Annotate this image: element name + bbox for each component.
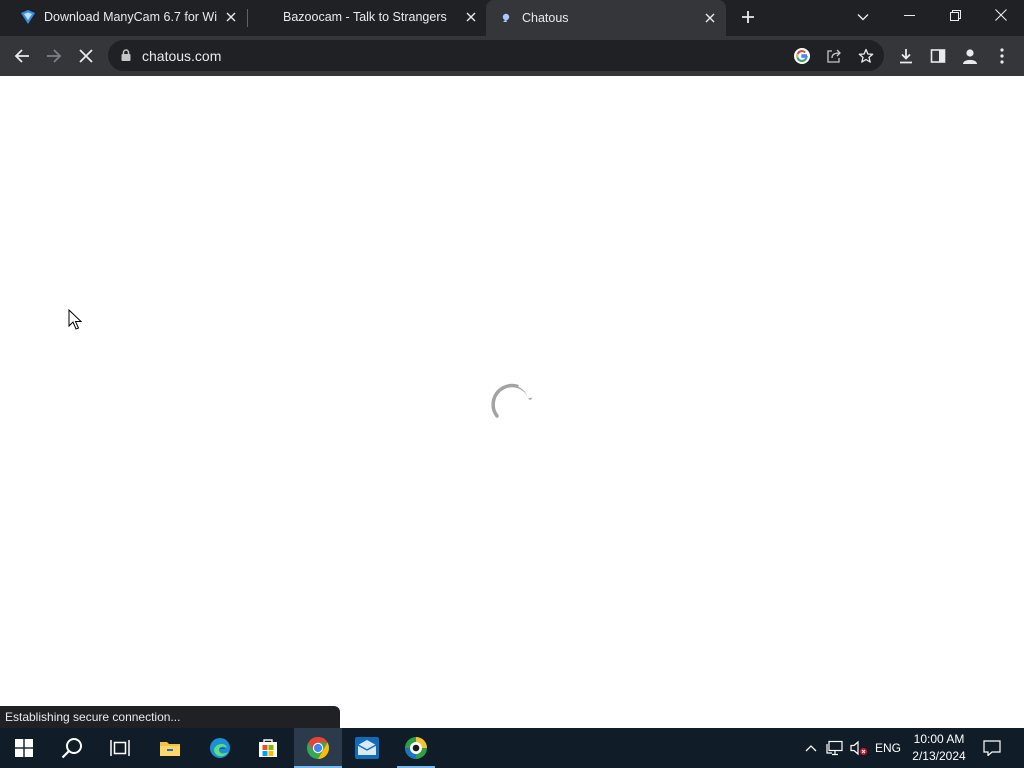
windows-start-icon: [15, 739, 33, 757]
start-button[interactable]: [0, 728, 48, 768]
file-explorer-icon: [160, 742, 180, 756]
manycam-icon: [405, 737, 427, 759]
address-bar[interactable]: chatous.com: [108, 40, 884, 71]
mouse-cursor-icon: [68, 309, 83, 330]
menu-button[interactable]: [988, 42, 1016, 70]
plus-icon: [742, 11, 754, 23]
chrome-button[interactable]: [294, 728, 342, 768]
close-icon[interactable]: [223, 9, 239, 25]
network-button[interactable]: [824, 728, 846, 768]
share-icon[interactable]: [823, 45, 845, 67]
close-icon: [995, 9, 1007, 21]
tab-separator: [247, 9, 248, 27]
notification-center-button[interactable]: [978, 728, 1006, 768]
tab-chatous[interactable]: Chatous: [486, 0, 726, 36]
minimize-icon: [903, 14, 915, 16]
avatar-icon: [963, 49, 977, 64]
profile-button[interactable]: [956, 42, 984, 70]
stop-icon: [79, 49, 93, 63]
close-icon[interactable]: [463, 9, 479, 25]
forward-button[interactable]: [40, 42, 68, 70]
edge-button[interactable]: [196, 728, 244, 768]
tab-title: Chatous: [522, 11, 569, 25]
side-panel-button[interactable]: [924, 42, 952, 70]
task-view-icon: [110, 740, 130, 756]
url-text[interactable]: chatous.com: [142, 48, 221, 64]
browser-toolbar: chatous.com: [0, 36, 1024, 76]
back-button[interactable]: [8, 42, 36, 70]
tab-manycam[interactable]: Download ManyCam 6.7 for Win: [10, 0, 245, 34]
chrome-icon: [307, 737, 329, 759]
downloads-button[interactable]: [892, 42, 920, 70]
arrow-left-icon: [14, 49, 29, 63]
arrow-right-icon: [47, 49, 62, 63]
network-icon: [826, 740, 843, 756]
manycam-favicon-icon: [20, 9, 36, 25]
download-icon: [900, 49, 912, 64]
volume-muted-icon: [850, 740, 867, 756]
screen: Download ManyCam 6.7 for Win Bazoocam - …: [0, 0, 1024, 768]
search-icon: [61, 738, 82, 759]
taskbar-search-button[interactable]: [48, 728, 96, 768]
store-button[interactable]: [244, 728, 292, 768]
clock-time: 10:00 AM: [913, 732, 965, 746]
edge-icon: [210, 738, 230, 758]
chevron-down-icon: [857, 14, 869, 21]
minimize-button[interactable]: [886, 0, 932, 30]
close-icon[interactable]: [702, 10, 718, 26]
clock[interactable]: 10:00 AM 2/13/2024: [906, 731, 972, 765]
restore-icon: [949, 9, 961, 21]
mail-icon: [355, 737, 379, 759]
task-view-button[interactable]: [96, 728, 144, 768]
mail-button[interactable]: [343, 728, 391, 768]
notification-icon: [983, 740, 1001, 756]
language-indicator[interactable]: ENG: [872, 728, 904, 768]
side-panel-icon: [930, 49, 946, 63]
loading-spinner-icon: [491, 383, 532, 418]
stop-loading-button[interactable]: [72, 42, 100, 70]
tab-title: Bazoocam - Talk to Strangers: [283, 10, 447, 24]
volume-button[interactable]: [848, 728, 870, 768]
page-content: Establishing secure connection...: [0, 76, 1024, 728]
manycam-taskbar-button[interactable]: [392, 728, 440, 768]
restore-button[interactable]: [932, 0, 978, 30]
window-close-button[interactable]: [978, 0, 1024, 30]
new-tab-button[interactable]: [737, 6, 759, 28]
tab-title: Download ManyCam 6.7 for Win: [44, 10, 217, 24]
tab-bazoocam[interactable]: Bazoocam - Talk to Strangers: [250, 0, 485, 34]
show-hidden-icons-button[interactable]: [800, 728, 822, 768]
bookmark-star-icon[interactable]: [855, 45, 877, 67]
file-explorer-button[interactable]: [146, 728, 194, 768]
status-bubble: Establishing secure connection...: [0, 706, 340, 728]
google-lens-icon[interactable]: [791, 45, 813, 67]
tab-strip: Download ManyCam 6.7 for Win Bazoocam - …: [0, 0, 1024, 36]
clock-date: 2/13/2024: [912, 749, 966, 763]
more-vert-icon: [1000, 48, 1004, 64]
tab-search-button[interactable]: [852, 6, 874, 28]
chatous-favicon-icon: [498, 10, 514, 26]
lock-icon: [121, 49, 131, 61]
chevron-up-icon: [805, 745, 817, 752]
taskbar: ENG 10:00 AM 2/13/2024: [0, 728, 1024, 768]
store-icon: [259, 739, 277, 757]
